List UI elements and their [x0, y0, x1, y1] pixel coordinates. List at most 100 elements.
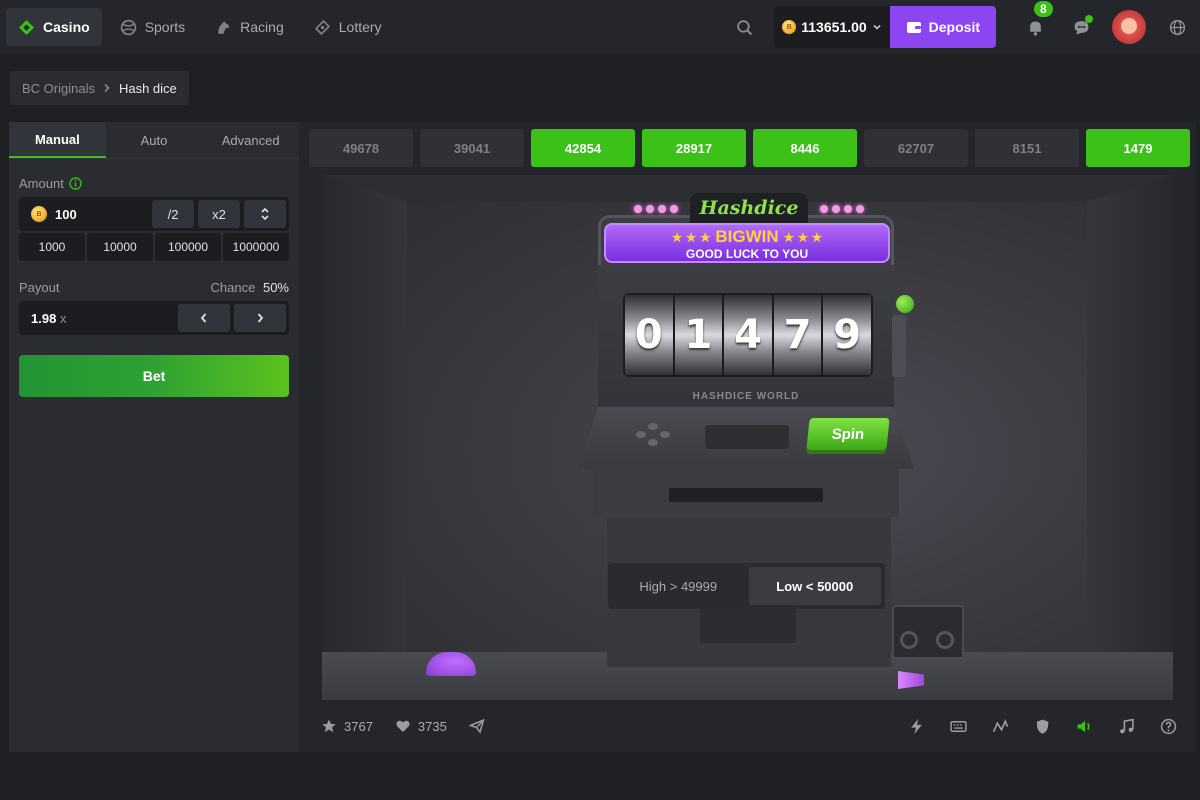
ticket-slot	[669, 488, 823, 502]
search-button[interactable]	[724, 7, 764, 47]
chance-label: Chance	[210, 279, 256, 295]
globe-icon	[1169, 19, 1185, 35]
payout-value: 1.98	[31, 310, 57, 326]
fairness-button[interactable]	[1032, 716, 1052, 736]
payout-input[interactable]: 1.98 x	[22, 311, 174, 326]
nav-item-label: Lottery	[338, 19, 382, 35]
tab-auto[interactable]: Auto	[106, 122, 203, 158]
nav-right-group: B 113651.00 Deposit 8	[724, 0, 1200, 54]
star-icon	[322, 719, 336, 733]
stars-decoration: ★ ★ ★	[671, 230, 711, 245]
favorite-count: 3767	[344, 718, 373, 734]
help-button[interactable]	[1158, 716, 1178, 736]
favorite-stat[interactable]: 3767	[321, 718, 373, 734]
nav-item-label: Sports	[144, 19, 186, 35]
bigwin-title: ★ ★ ★ BIGWIN ★ ★ ★	[606, 227, 888, 248]
chevron-right-icon	[104, 83, 110, 93]
history-result: 1479	[1086, 129, 1190, 167]
high-option-button[interactable]: High > 49999	[612, 567, 745, 605]
tab-advanced[interactable]: Advanced	[202, 122, 299, 158]
breadcrumb-parent-link[interactable]: BC Originals	[22, 81, 95, 96]
game-area: 49678 39041 42854 28917 8446 62707 8151 …	[299, 122, 1196, 752]
heart-icon	[396, 720, 410, 732]
chance-value: 50%	[262, 279, 289, 295]
result-reels: 0 1 4 7 9	[623, 293, 873, 377]
game-tools	[906, 700, 1178, 752]
spin-button[interactable]: Spin	[806, 418, 890, 450]
avatar[interactable]	[1112, 10, 1146, 44]
wallet-icon	[906, 22, 921, 33]
hotkeys-button[interactable]	[948, 716, 968, 736]
history-result: 39041	[420, 129, 524, 167]
music-icon	[1119, 718, 1134, 733]
lottery-ticket-icon	[314, 19, 330, 35]
like-count: 3735	[417, 718, 447, 734]
payout-label-row: Payout Chance 50%	[9, 279, 299, 295]
info-icon[interactable]	[69, 176, 82, 190]
sound-button[interactable]	[1074, 716, 1094, 736]
stats-button[interactable]	[990, 716, 1010, 736]
machine-brand-label: HASHDICE WORLD	[692, 391, 800, 402]
balance-value: 113651.00	[801, 19, 867, 35]
low-option-button[interactable]: Low < 50000	[748, 567, 881, 605]
stars-decoration: ★ ★ ★	[783, 230, 823, 245]
nav-item-sports[interactable]: Sports	[108, 8, 197, 46]
online-status-dot	[1085, 15, 1093, 23]
history-result: 42854	[531, 129, 635, 167]
room-left-wall	[322, 175, 407, 700]
tab-manual[interactable]: Manual	[9, 122, 106, 158]
half-amount-button[interactable]: /2	[152, 200, 194, 228]
language-button[interactable]	[1154, 7, 1200, 47]
high-low-selector: High > 49999 Low < 50000	[608, 563, 885, 609]
lightning-icon	[910, 718, 922, 734]
preset-amount-button[interactable]: 10000	[87, 233, 153, 261]
nav-item-lottery[interactable]: Lottery	[302, 8, 394, 46]
like-stat[interactable]: 3735	[395, 718, 447, 734]
bet-control-panel: Manual Auto Advanced Amount B 100 /2 x2 …	[9, 122, 299, 752]
preset-amount-button[interactable]: 1000	[19, 233, 85, 261]
payout-decrease-button[interactable]	[178, 304, 230, 332]
amount-input[interactable]: B 100	[22, 206, 148, 222]
amount-label: Amount	[19, 175, 64, 191]
bigwin-subtitle: GOOD LUCK TO YOU	[685, 246, 809, 261]
preset-amount-button[interactable]: 100000	[155, 233, 221, 261]
preset-amount-button[interactable]: 1000000	[223, 233, 289, 261]
amount-field: B 100 /2 x2	[19, 197, 289, 231]
result-history: 49678 39041 42854 28917 8446 62707 8151 …	[309, 129, 1190, 167]
amount-slider-toggle-button[interactable]	[244, 200, 286, 228]
share-button[interactable]	[468, 718, 485, 734]
amount-label-row: Amount	[9, 175, 299, 191]
bigwin-text: BIGWIN	[715, 227, 779, 246]
notifications-button[interactable]: 8	[1012, 1, 1058, 47]
chance-display: Chance 50%	[211, 280, 289, 295]
fairness-shield-icon	[1036, 719, 1048, 734]
sound-icon	[1077, 720, 1090, 732]
bet-mode-tabs: Manual Auto Advanced	[9, 122, 299, 159]
chart-trend-icon	[992, 718, 1008, 732]
turbo-button[interactable]	[906, 716, 926, 736]
nav-item-label: Racing	[240, 19, 284, 35]
payout-increase-button[interactable]	[234, 304, 286, 332]
notification-count-badge: 8	[1034, 1, 1053, 17]
game-footer-bar: 3767 3735	[299, 700, 1196, 752]
history-result: 62707	[864, 129, 968, 167]
help-icon	[1160, 718, 1176, 734]
hashdice-logo: Hashdice	[690, 193, 808, 223]
amount-presets: 1000 10000 100000 1000000	[19, 233, 289, 261]
balance-selector[interactable]: B 113651.00	[774, 6, 890, 48]
chat-button[interactable]	[1058, 7, 1104, 47]
reel-digit: 0	[625, 295, 673, 375]
deposit-button[interactable]: Deposit	[889, 6, 996, 48]
keyboard-icon	[949, 720, 967, 732]
sports-ball-icon	[120, 19, 136, 35]
casino-icon	[19, 19, 34, 35]
nav-item-racing[interactable]: Racing	[203, 8, 296, 46]
bet-button[interactable]: Bet	[19, 355, 289, 397]
double-amount-button[interactable]: x2	[198, 200, 240, 228]
breadcrumb: BC Originals Hash dice	[10, 71, 189, 105]
music-button[interactable]	[1116, 716, 1136, 736]
marquee-lights-left	[634, 205, 678, 213]
chevron-down-icon	[873, 24, 881, 30]
nav-item-casino[interactable]: Casino	[6, 8, 102, 46]
reel-digit: 4	[724, 295, 772, 375]
